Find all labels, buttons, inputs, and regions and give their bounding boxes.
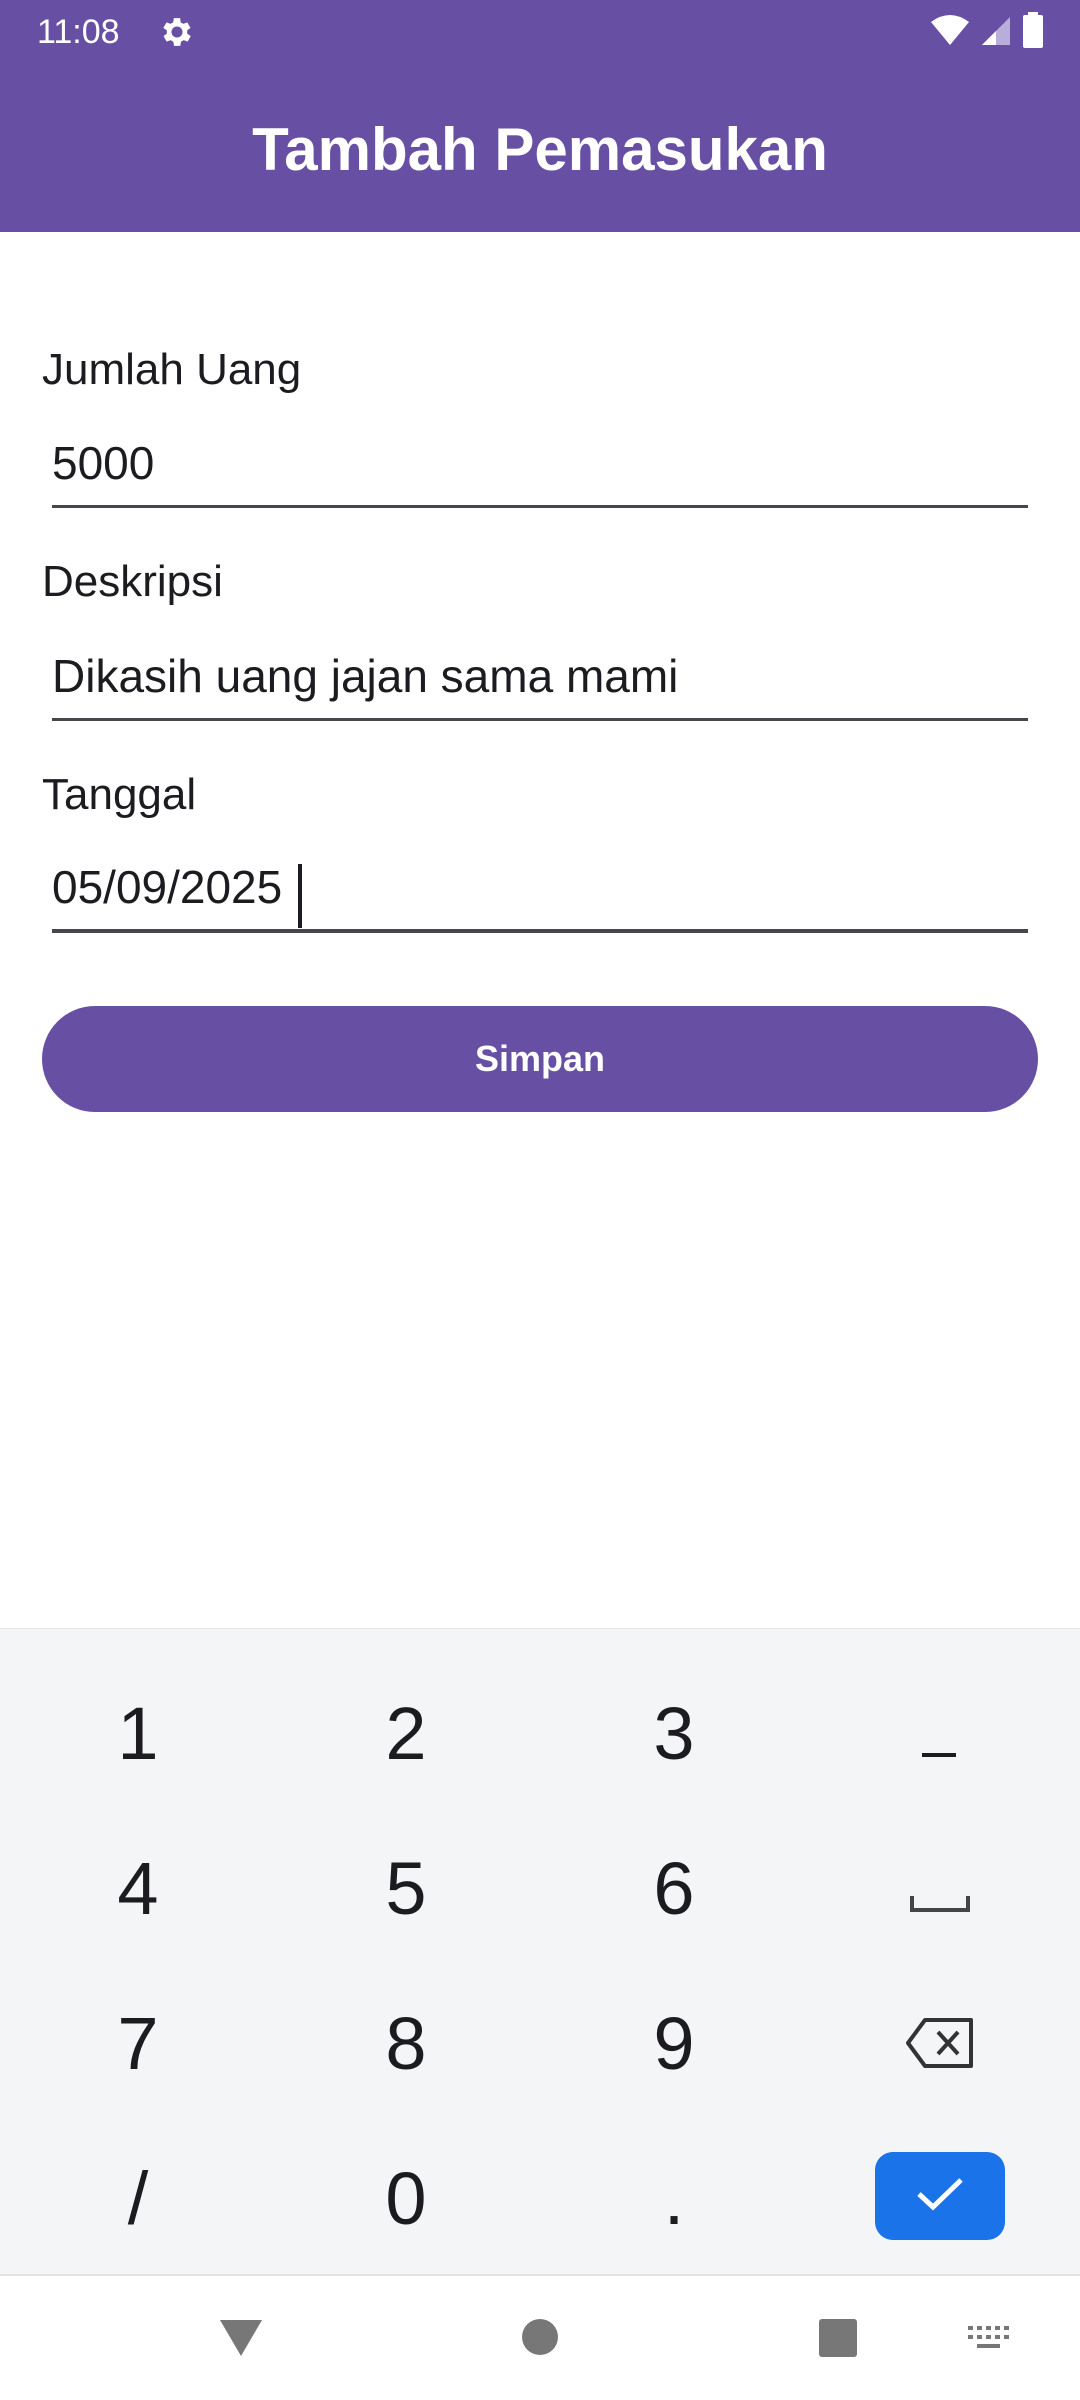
- key-8[interactable]: 8: [272, 1968, 540, 2118]
- status-time: 11:08: [37, 13, 120, 51]
- recents-square-icon[interactable]: [818, 2318, 858, 2363]
- cell-signal-icon: [980, 14, 1012, 51]
- home-circle-icon[interactable]: [521, 2318, 559, 2361]
- gear-icon: [158, 13, 196, 51]
- key-done[interactable]: [875, 2152, 1005, 2240]
- key-backspace[interactable]: [806, 1968, 1074, 2118]
- amount-input[interactable]: [52, 428, 1028, 508]
- save-button[interactable]: Simpan: [42, 1006, 1038, 1112]
- key-1[interactable]: 1: [4, 1658, 272, 1808]
- key-2[interactable]: 2: [272, 1658, 540, 1808]
- key-5[interactable]: 5: [272, 1813, 540, 1963]
- key-4[interactable]: 4: [4, 1813, 272, 1963]
- check-icon: [914, 2174, 966, 2219]
- system-nav-bar: [0, 2274, 1080, 2400]
- key-0[interactable]: 0: [272, 2123, 540, 2273]
- dash-icon: [920, 1691, 960, 1776]
- key-dash[interactable]: [806, 1658, 1074, 1808]
- key-9[interactable]: 9: [540, 1968, 808, 2118]
- key-slash[interactable]: /: [4, 2123, 272, 2273]
- status-bar: 11:08: [0, 0, 1080, 64]
- key-space[interactable]: [806, 1813, 1074, 1963]
- key-dot[interactable]: .: [540, 2123, 808, 2273]
- keyboard-switch-icon[interactable]: [968, 2326, 1012, 2355]
- key-6[interactable]: 6: [540, 1813, 808, 1963]
- amount-label: Jumlah Uang: [42, 345, 302, 394]
- key-3[interactable]: 3: [540, 1658, 808, 1808]
- space-icon: [909, 1846, 971, 1931]
- key-7[interactable]: 7: [4, 1968, 272, 2118]
- app-header: 11:08 Tambah Pemasukan: [0, 0, 1080, 232]
- battery-icon: [1022, 11, 1044, 53]
- backspace-icon: [905, 2001, 975, 2086]
- date-label: Tanggal: [42, 770, 197, 819]
- description-input[interactable]: [52, 641, 1028, 721]
- back-triangle-icon[interactable]: [218, 2318, 264, 2363]
- date-input[interactable]: [52, 853, 1028, 933]
- text-caret: [298, 864, 302, 928]
- status-icons: [930, 11, 1044, 53]
- description-label: Deskripsi: [42, 557, 223, 606]
- page-title: Tambah Pemasukan: [252, 116, 828, 183]
- wifi-icon: [930, 14, 970, 51]
